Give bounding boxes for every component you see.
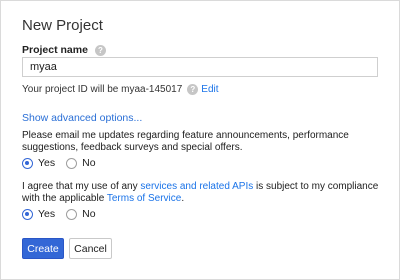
email-no-option[interactable]: No bbox=[66, 157, 96, 169]
services-apis-link[interactable]: services and related APIs bbox=[140, 181, 253, 192]
email-yes-option[interactable]: Yes bbox=[22, 157, 55, 169]
terms-question: I agree that my use of any services and … bbox=[22, 181, 382, 205]
help-icon[interactable]: ? bbox=[94, 44, 106, 56]
project-name-label-text: Project name bbox=[22, 44, 88, 56]
email-updates-radio-group: Yes No bbox=[22, 157, 107, 169]
project-name-label: Project name ? bbox=[22, 44, 106, 56]
radio-selected-icon[interactable] bbox=[22, 157, 33, 169]
show-advanced-options-link[interactable]: Show advanced options... bbox=[22, 112, 142, 124]
terms-text-after: . bbox=[181, 193, 185, 204]
new-project-dialog: New Project Project name ? Your project … bbox=[0, 0, 400, 280]
project-name-input[interactable] bbox=[22, 57, 378, 77]
email-updates-question: Please email me updates regarding featur… bbox=[22, 130, 349, 153]
terms-of-service-link[interactable]: Terms of Service bbox=[107, 193, 181, 204]
project-id-prefix: Your project ID will be myaa-145017 bbox=[22, 84, 183, 95]
terms-no-option[interactable]: No bbox=[66, 208, 96, 220]
terms-yes-label: Yes bbox=[38, 208, 56, 220]
terms-yes-option[interactable]: Yes bbox=[22, 208, 55, 220]
radio-unselected-icon[interactable] bbox=[66, 208, 78, 220]
email-yes-label: Yes bbox=[38, 157, 56, 169]
terms-text-before: I agree that my use of any bbox=[22, 181, 141, 192]
radio-unselected-icon[interactable] bbox=[66, 157, 78, 169]
dialog-title: New Project bbox=[22, 17, 103, 34]
cancel-button[interactable]: Cancel bbox=[69, 238, 112, 259]
help-icon[interactable]: ? bbox=[187, 84, 199, 95]
email-no-label: No bbox=[82, 157, 96, 169]
terms-no-label: No bbox=[82, 208, 96, 220]
terms-radio-group: Yes No bbox=[22, 208, 107, 220]
edit-project-id-link[interactable]: Edit bbox=[201, 84, 218, 95]
create-button[interactable]: Create bbox=[22, 238, 64, 259]
radio-selected-icon[interactable] bbox=[22, 208, 33, 220]
project-id-text: Your project ID will be myaa-145017 ? Ed… bbox=[22, 84, 219, 95]
